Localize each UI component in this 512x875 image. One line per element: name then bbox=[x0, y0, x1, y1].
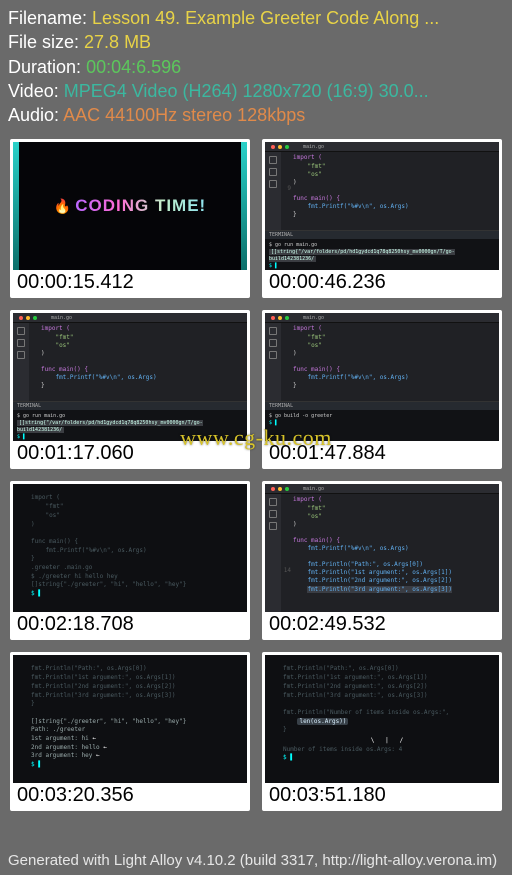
label: Video: bbox=[8, 81, 59, 101]
thumbnail-frame: fmt.Println("Path:", os.Args[0]) fmt.Pri… bbox=[262, 652, 502, 811]
value: AAC 44100Hz stereo 128kbps bbox=[63, 105, 305, 125]
thumbnail-cell: main.go 14 import ( "fmt" "os" ) func ma… bbox=[262, 481, 502, 640]
timestamp: 00:00:15.412 bbox=[13, 270, 247, 295]
thumbnail-image: 🔥 CODING TIME! bbox=[13, 142, 247, 270]
meta-filename: Filename: Lesson 49. Example Greeter Cod… bbox=[8, 6, 504, 30]
thumbnail-frame: main.go 9 import ( "fmt" "os" ) func mai… bbox=[262, 139, 502, 298]
timestamp: 00:03:20.356 bbox=[13, 783, 247, 808]
thumbnail-cell: 🔥 CODING TIME! 00:00:15.412 bbox=[10, 139, 250, 298]
file-metadata: Filename: Lesson 49. Example Greeter Cod… bbox=[0, 0, 512, 131]
title-text: CODING TIME! bbox=[75, 196, 206, 216]
value: 27.8 MB bbox=[84, 32, 151, 52]
value: Lesson 49. Example Greeter Code Along ..… bbox=[92, 8, 439, 28]
meta-audio: Audio: AAC 44100Hz stereo 128kbps bbox=[8, 103, 504, 127]
thumbnail-cell: import ( "fmt" "os" ) func main() { fmt.… bbox=[10, 481, 250, 640]
thumbnail-image: fmt.Println("Path:", os.Args[0]) fmt.Pri… bbox=[265, 655, 499, 783]
thumbnail-cell: main.go 9 import ( "fmt" "os" ) func mai… bbox=[262, 139, 502, 298]
meta-filesize: File size: 27.8 MB bbox=[8, 30, 504, 54]
thumbnail-image: fmt.Println("Path:", os.Args[0]) fmt.Pri… bbox=[13, 655, 247, 783]
timestamp: 00:03:51.180 bbox=[265, 783, 499, 808]
label: Audio: bbox=[8, 105, 59, 125]
thumbnail-frame: 🔥 CODING TIME! 00:00:15.412 bbox=[10, 139, 250, 298]
thumbnail-image: main.go import ( "fmt" "os" ) func main(… bbox=[13, 313, 247, 441]
thumbnail-cell: main.go import ( "fmt" "os" ) func main(… bbox=[262, 310, 502, 469]
thumbnail-grid: 🔥 CODING TIME! 00:00:15.412 main.go 9 im… bbox=[0, 131, 512, 813]
label: Filename: bbox=[8, 8, 87, 28]
thumbnail-image: main.go import ( "fmt" "os" ) func main(… bbox=[265, 313, 499, 441]
thumbnail-cell: fmt.Println("Path:", os.Args[0]) fmt.Pri… bbox=[10, 652, 250, 811]
value: 00:04:6.596 bbox=[86, 57, 181, 77]
timestamp: 00:02:18.708 bbox=[13, 612, 247, 637]
thumbnail-cell: main.go import ( "fmt" "os" ) func main(… bbox=[10, 310, 250, 469]
thumbnail-frame: main.go import ( "fmt" "os" ) func main(… bbox=[10, 310, 250, 469]
thumbnail-frame: main.go 14 import ( "fmt" "os" ) func ma… bbox=[262, 481, 502, 640]
label: Duration: bbox=[8, 57, 81, 77]
footer-text: Generated with Light Alloy v4.10.2 (buil… bbox=[8, 852, 504, 869]
timestamp: 00:00:46.236 bbox=[265, 270, 499, 295]
timestamp: 00:01:47.884 bbox=[265, 441, 499, 466]
thumbnail-frame: import ( "fmt" "os" ) func main() { fmt.… bbox=[10, 481, 250, 640]
value: MPEG4 Video (H264) 1280x720 (16:9) 30.0.… bbox=[64, 81, 429, 101]
thumbnail-cell: fmt.Println("Path:", os.Args[0]) fmt.Pri… bbox=[262, 652, 502, 811]
thumbnail-frame: fmt.Println("Path:", os.Args[0]) fmt.Pri… bbox=[10, 652, 250, 811]
timestamp: 00:02:49.532 bbox=[265, 612, 499, 637]
fire-icon: 🔥 bbox=[54, 198, 71, 215]
timestamp: 00:01:17.060 bbox=[13, 441, 247, 466]
thumbnail-frame: main.go import ( "fmt" "os" ) func main(… bbox=[262, 310, 502, 469]
thumbnail-image: main.go 14 import ( "fmt" "os" ) func ma… bbox=[265, 484, 499, 612]
label: File size: bbox=[8, 32, 79, 52]
thumbnail-image: import ( "fmt" "os" ) func main() { fmt.… bbox=[13, 484, 247, 612]
meta-duration: Duration: 00:04:6.596 bbox=[8, 55, 504, 79]
thumbnail-image: main.go 9 import ( "fmt" "os" ) func mai… bbox=[265, 142, 499, 270]
meta-video: Video: MPEG4 Video (H264) 1280x720 (16:9… bbox=[8, 79, 504, 103]
